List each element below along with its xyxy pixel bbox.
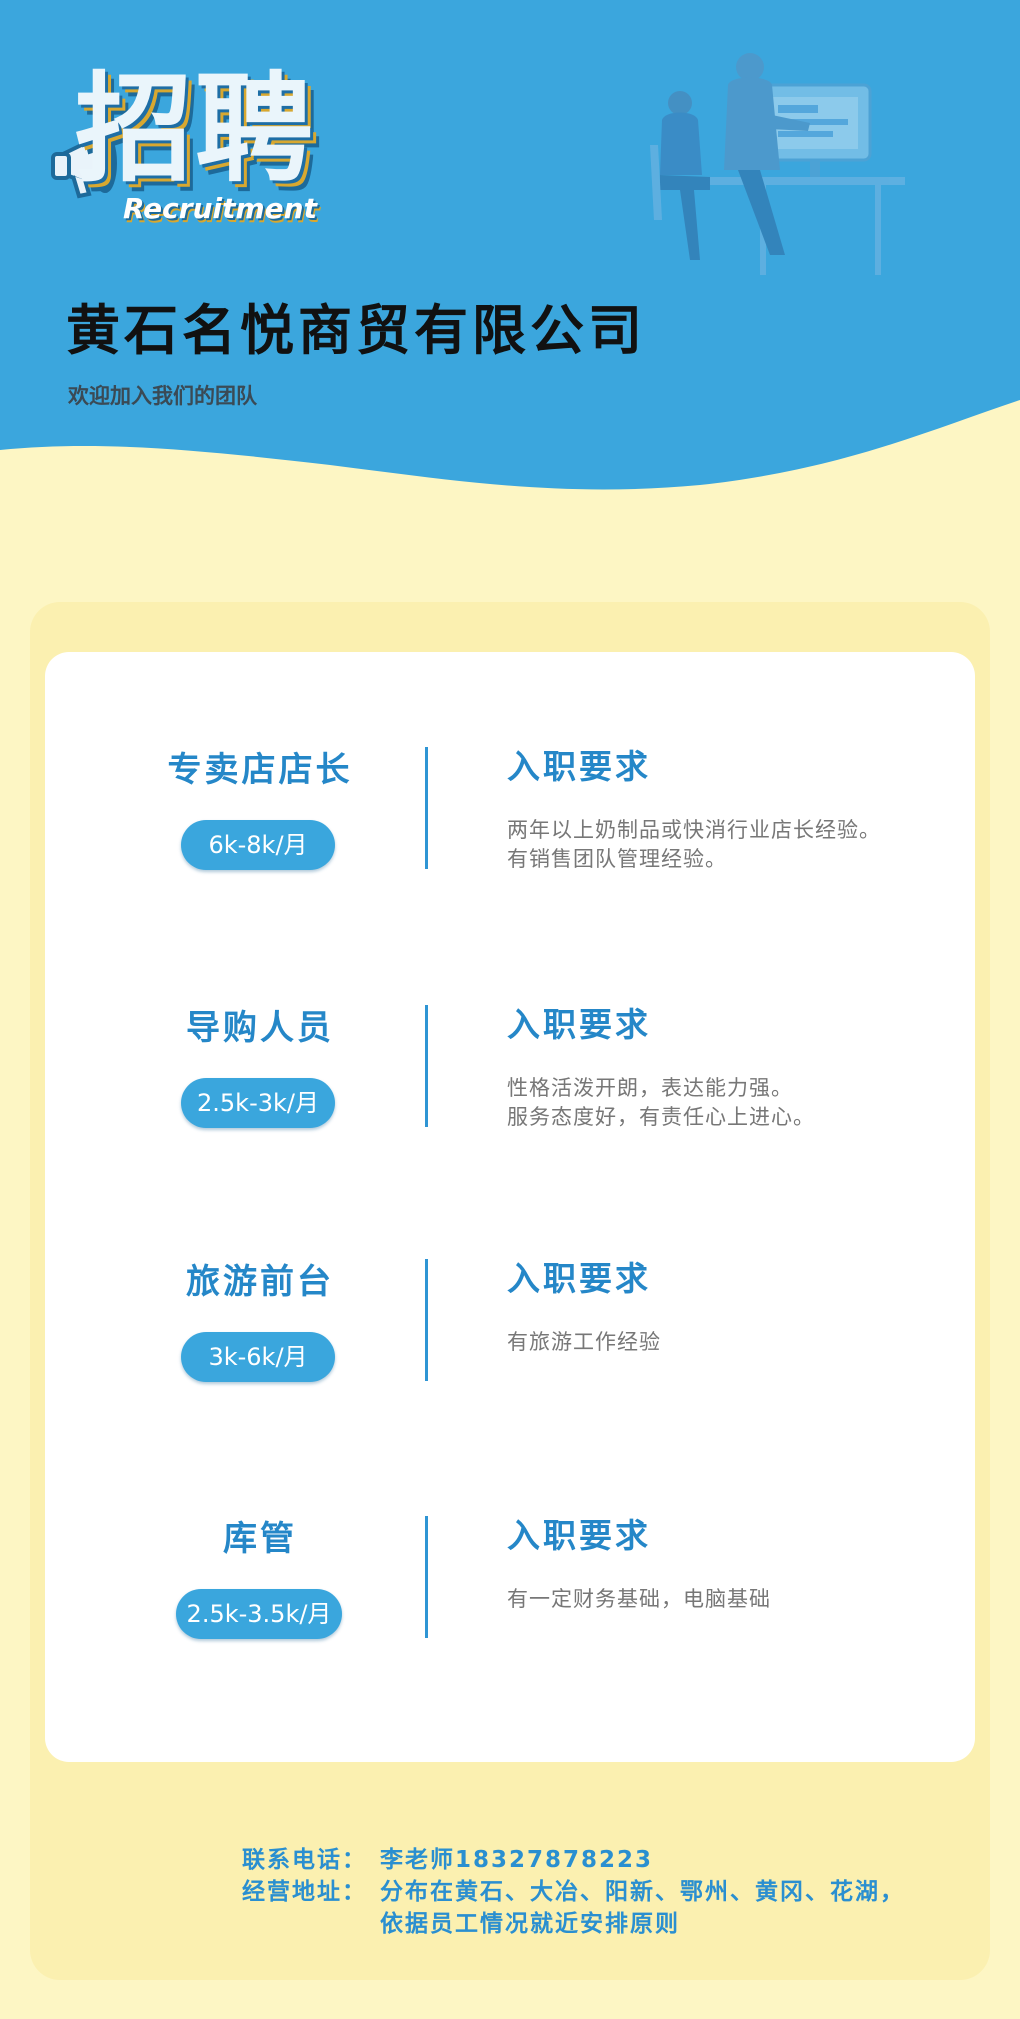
job-travel-reception: 旅游前台 3k-6k/月 入职要求 有旅游工作经验 [45, 1254, 975, 1394]
requirement-line: 性格活泼开朗，表达能力强。 [507, 1076, 793, 1100]
requirements-text: 有旅游工作经验 [507, 1328, 957, 1357]
requirements-text: 性格活泼开朗，表达能力强。 服务态度好，有责任心上进心。 [507, 1074, 957, 1132]
job-title: 专卖店店长 [167, 750, 353, 790]
requirement-line: 有旅游工作经验 [507, 1330, 661, 1354]
job-title: 导购人员 [186, 1008, 334, 1048]
divider [425, 1005, 428, 1127]
office-worker-illustration [650, 53, 905, 275]
salary-badge: 2.5k-3.5k/月 [176, 1589, 342, 1639]
logo-title: 招聘 [75, 60, 316, 198]
company-name: 黄石名悦商贸有限公司 [66, 299, 646, 362]
recruitment-logo: 招聘 Recruitment [45, 70, 405, 250]
address-row-2: 依据员工情况就近安排原则 [242, 1908, 905, 1940]
address-line-1: 分布在黄石、大冶、阳新、鄂州、黄冈、花湖， [380, 1879, 905, 1905]
tagline: 欢迎加入我们的团队 [68, 384, 257, 408]
address-row: 经营地址： 分布在黄石、大冶、阳新、鄂州、黄冈、花湖， [242, 1876, 905, 1908]
address-line-2: 依据员工情况就近安排原则 [380, 1911, 680, 1937]
contact-info: 联系电话： 李老师18327878223 经营地址： 分布在黄石、大冶、阳新、鄂… [242, 1844, 905, 1940]
requirements-heading: 入职要求 [507, 1259, 651, 1298]
requirement-line: 两年以上奶制品或快消行业店长经验。 [507, 818, 881, 842]
salary-badge: 2.5k-3k/月 [181, 1078, 335, 1128]
salary-badge: 6k-8k/月 [181, 820, 335, 870]
job-warehouse-keeper: 库管 2.5k-3.5k/月 入职要求 有一定财务基础，电脑基础 [45, 1511, 975, 1651]
requirements-heading: 入职要求 [507, 1005, 651, 1044]
phone-label: 联系电话： [242, 1847, 367, 1873]
job-shopping-guide: 导购人员 2.5k-3k/月 入职要求 性格活泼开朗，表达能力强。 服务态度好，… [45, 1000, 975, 1140]
divider [425, 1516, 428, 1638]
requirements-text: 有一定财务基础，电脑基础 [507, 1585, 957, 1614]
job-store-manager: 专卖店店长 6k-8k/月 入职要求 两年以上奶制品或快消行业店长经验。 有销售… [45, 742, 975, 882]
salary-badge: 3k-6k/月 [181, 1332, 335, 1382]
requirement-line: 有一定财务基础，电脑基础 [507, 1587, 771, 1611]
job-title: 旅游前台 [186, 1262, 334, 1302]
divider [425, 747, 428, 869]
divider [425, 1259, 428, 1381]
requirements-heading: 入职要求 [507, 1516, 651, 1555]
requirements-heading: 入职要求 [507, 747, 651, 786]
job-title: 库管 [223, 1519, 297, 1559]
phone-row: 联系电话： 李老师18327878223 [242, 1844, 905, 1876]
requirement-line: 服务态度好，有责任心上进心。 [507, 1105, 815, 1129]
address-label: 经营地址： [242, 1879, 367, 1905]
phone-value: 李老师18327878223 [380, 1847, 654, 1873]
requirement-line: 有销售团队管理经验。 [507, 847, 727, 871]
logo-subtitle: Recruitment [123, 192, 317, 225]
requirements-text: 两年以上奶制品或快消行业店长经验。 有销售团队管理经验。 [507, 816, 957, 874]
